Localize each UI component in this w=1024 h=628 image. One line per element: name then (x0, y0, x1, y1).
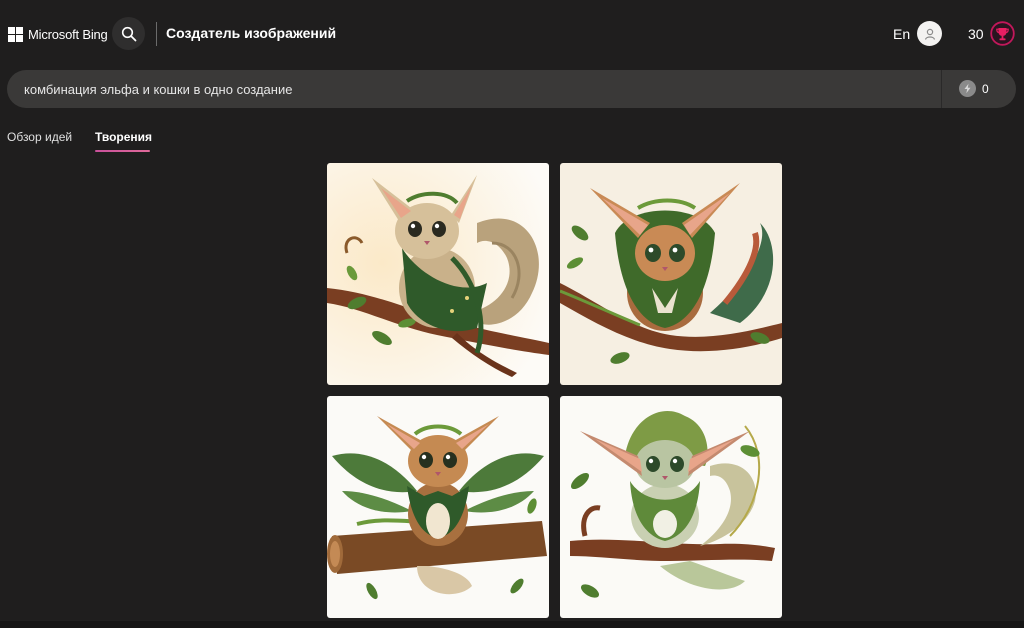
trophy-icon (990, 21, 1015, 46)
search-button[interactable] (112, 17, 145, 50)
microsoft-bing-logo[interactable]: Microsoft Bing (8, 25, 108, 43)
results-grid (327, 163, 782, 618)
tab-explore-ideas[interactable]: Обзор идей (7, 130, 72, 144)
user-avatar[interactable] (917, 21, 942, 46)
boost-coin-icon (959, 80, 976, 97)
bottom-edge (0, 621, 1024, 628)
header: Microsoft Bing Создатель изображений En … (0, 0, 1024, 66)
microsoft-logo-icon (8, 26, 23, 42)
page-title: Создатель изображений (166, 25, 337, 41)
tab-creations[interactable]: Творения (95, 130, 152, 144)
result-image-1[interactable] (327, 163, 549, 385)
rewards-button[interactable] (990, 21, 1015, 46)
result-image-3[interactable] (327, 396, 549, 618)
elf-cat-illustration (560, 163, 782, 385)
boosts-button[interactable]: 0 (959, 80, 989, 97)
elf-cat-illustration (327, 163, 549, 385)
brand-name: Microsoft Bing (28, 26, 108, 42)
search-icon (121, 26, 136, 41)
prompt-divider (941, 70, 942, 108)
prompt-bar: 0 (7, 70, 1016, 108)
language-selector[interactable]: En (893, 26, 910, 42)
active-tab-indicator (95, 150, 150, 152)
elf-cat-illustration (560, 396, 782, 618)
header-divider (156, 22, 157, 46)
result-image-2[interactable] (560, 163, 782, 385)
rewards-count: 30 (968, 26, 984, 42)
prompt-input[interactable] (24, 82, 904, 97)
elf-cat-illustration (327, 396, 549, 618)
boosts-count: 0 (982, 81, 989, 96)
result-image-4[interactable] (560, 396, 782, 618)
user-icon (924, 28, 935, 40)
